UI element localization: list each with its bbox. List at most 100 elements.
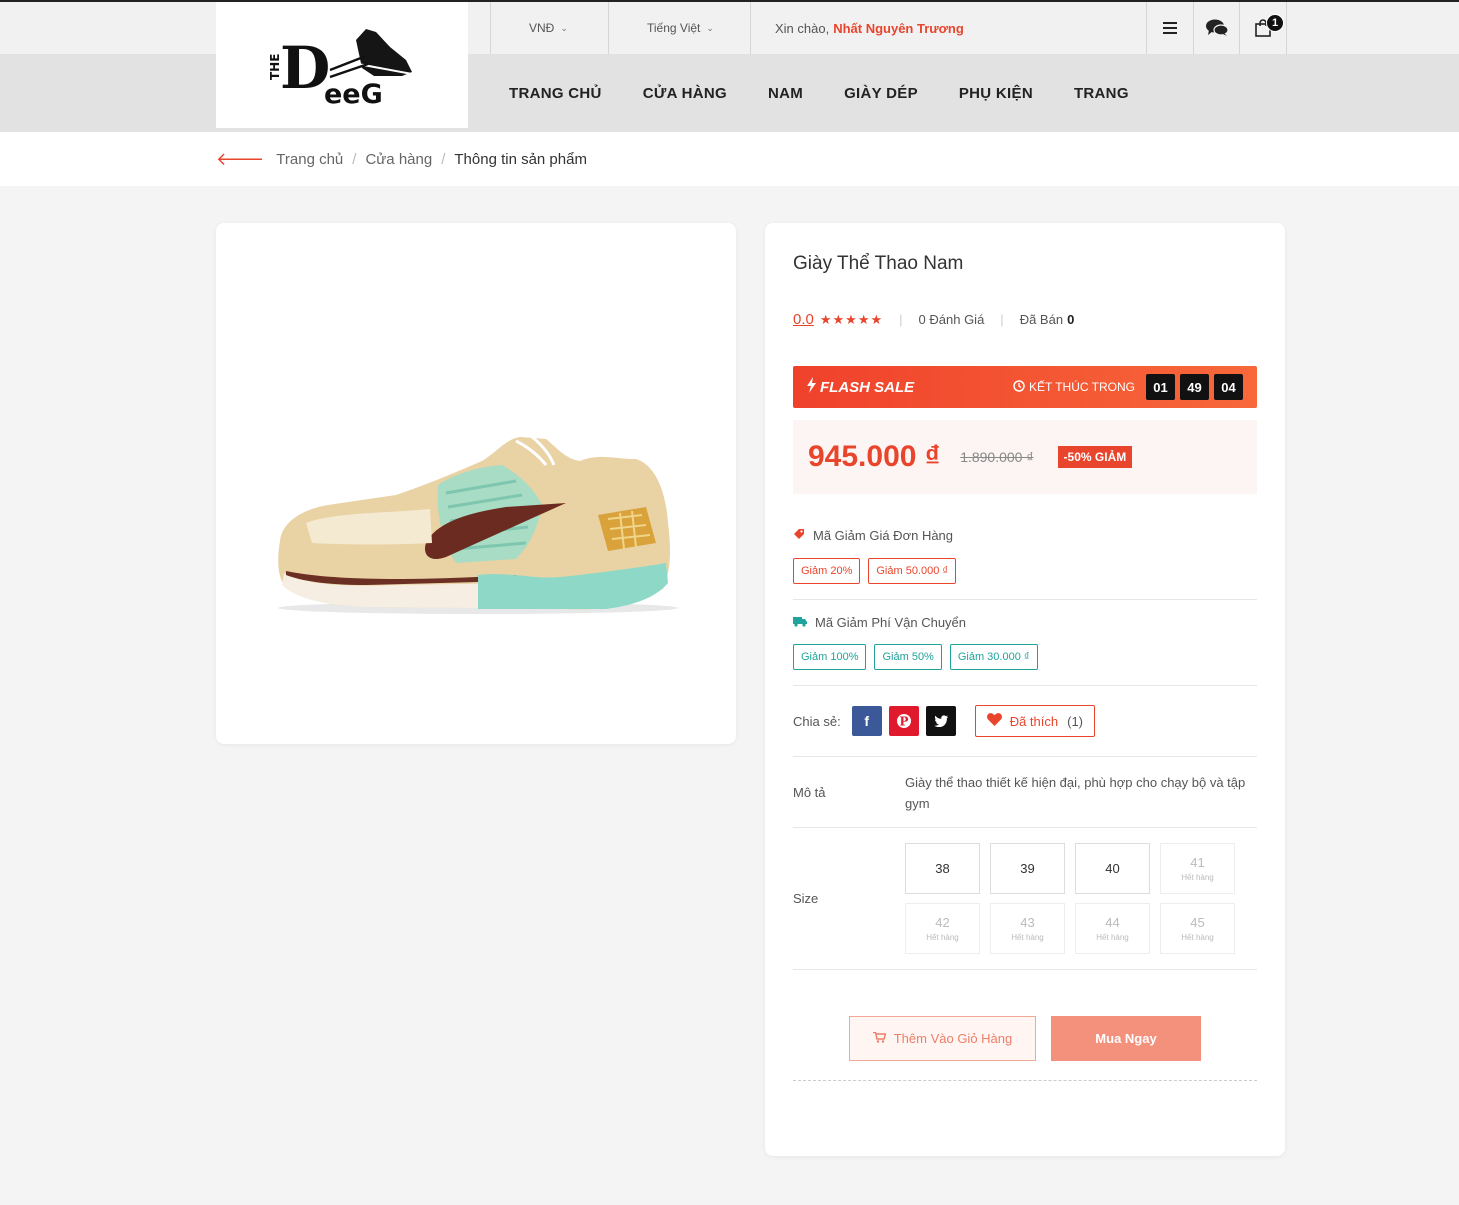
original-price: 1.890.000 ₫ [960, 449, 1034, 465]
svg-text:eeG: eeG [324, 79, 383, 110]
size-options: 38 39 40 41 Hết hàng 42 Hết hàng 43 Hết hàn… [905, 843, 1235, 954]
product-image [278, 435, 678, 614]
truck-icon [793, 616, 807, 630]
nav-item-shoes[interactable]: GIÀY DÉP [844, 85, 918, 102]
out-of-stock-label: Hết hàng [1181, 933, 1214, 942]
size-value: 41 [1190, 855, 1205, 870]
order-voucher-label: Mã Giảm Giá Đơn Hàng [793, 528, 953, 543]
clock-icon [1013, 379, 1025, 395]
size-value: 45 [1190, 915, 1205, 930]
voucher-chip[interactable]: Giảm 20% [793, 558, 861, 584]
logo-image: THE D eeG [268, 29, 413, 110]
breadcrumb-home[interactable]: Trang chủ [276, 151, 343, 168]
facebook-share-button[interactable]: f [851, 706, 882, 736]
chevron-down-icon: ⌄ [706, 22, 714, 33]
twitter-share-button[interactable] [925, 706, 956, 736]
breadcrumb-separator: / [352, 150, 357, 168]
breadcrumb-current: Thông tin sản phẩm [454, 150, 587, 168]
pinterest-icon: P [896, 714, 911, 729]
size-option-out-of-stock: 45 Hết hàng [1160, 903, 1235, 954]
divider [793, 685, 1257, 686]
heart-icon [986, 712, 1002, 730]
nav-item-home[interactable]: TRANG CHỦ [509, 85, 602, 102]
divider [793, 827, 1257, 828]
flash-sale-bar: FLASH SALE KẾT THÚC TRONG 01 49 04 [793, 366, 1257, 408]
like-count: (1) [1067, 713, 1084, 729]
size-value: 44 [1105, 915, 1120, 930]
voucher-chip[interactable]: Giảm 50.000 ₫ [868, 558, 957, 584]
chat-icon [1206, 19, 1228, 36]
flash-sale-title: FLASH SALE [820, 378, 915, 396]
sold-number: 0 [1067, 312, 1075, 327]
divider [490, 2, 491, 54]
product-info-card: Giày Thể Thao Nam 0.0 ★★★★★ | 0 Đánh Giá… [765, 223, 1285, 1156]
twitter-icon [934, 715, 948, 727]
cart-button[interactable]: 1 [1240, 2, 1286, 54]
rating-score[interactable]: 0.0 [793, 311, 814, 328]
buy-now-button[interactable]: Mua Ngay [1051, 1016, 1201, 1061]
site-logo[interactable]: THE D eeG [216, 2, 468, 128]
divider [750, 2, 751, 54]
currency-select[interactable]: VNĐ ⌄ [529, 2, 568, 54]
pinterest-share-button[interactable]: P [888, 706, 919, 736]
size-value: 39 [1020, 861, 1035, 876]
size-option-out-of-stock: 43 Hết hàng [990, 903, 1065, 954]
rating-stars: ★★★★★ [819, 311, 884, 327]
out-of-stock-label: Hết hàng [1181, 873, 1214, 882]
like-label: Đã thích [1009, 713, 1059, 729]
cart-count-badge: 1 [1266, 14, 1284, 32]
order-voucher-title: Mã Giảm Giá Đơn Hàng [813, 528, 954, 543]
chat-button[interactable] [1194, 2, 1240, 54]
size-option-out-of-stock: 41 Hết hàng [1160, 843, 1235, 894]
currency-value: VNĐ [529, 21, 555, 35]
size-option-out-of-stock: 42 Hết hàng [905, 903, 980, 954]
divider: | [899, 312, 903, 327]
size-option[interactable]: 40 [1075, 843, 1150, 894]
divider [793, 969, 1257, 970]
out-of-stock-label: Hết hàng [926, 933, 959, 942]
nav-item-men[interactable]: NAM [768, 85, 803, 102]
breadcrumb-separator: / [441, 150, 446, 168]
timer-hours: 01 [1146, 374, 1175, 400]
product-title: Giày Thể Thao Nam [793, 253, 964, 274]
description-label: Mô tả [793, 785, 826, 800]
voucher-chip[interactable]: Giảm 50% [874, 644, 942, 670]
main-nav: TRANG CHỦ CỬA HÀNG NAM GIÀY DÉP PHỤ KIỆN… [509, 54, 1129, 132]
nav-item-pages[interactable]: TRANG [1074, 85, 1129, 102]
out-of-stock-label: Hết hàng [1011, 933, 1044, 942]
divider: | [1000, 312, 1004, 327]
svg-text:D: D [280, 34, 330, 102]
shipping-voucher-label: Mã Giảm Phí Vận Chuyển [793, 615, 966, 630]
review-count[interactable]: 0 Đánh Giá [919, 312, 985, 327]
timer-seconds: 04 [1214, 374, 1243, 400]
language-select[interactable]: Tiếng Việt ⌄ [647, 2, 714, 54]
sale-price: 945.000 ₫ [808, 440, 941, 473]
add-to-cart-label: Thêm Vào Giỏ Hàng [893, 1031, 1013, 1046]
divider [1286, 2, 1287, 54]
like-button[interactable]: Đã thích (1) [974, 705, 1096, 737]
add-to-cart-button[interactable]: Thêm Vào Giỏ Hàng [849, 1016, 1036, 1061]
greeting-text: Xin chào, [775, 20, 830, 36]
price-box: 945.000 ₫ 1.890.000 ₫ -50% GIẢM [793, 420, 1257, 494]
language-value: Tiếng Việt [647, 21, 701, 35]
nav-item-accessories[interactable]: PHỤ KIỆN [959, 85, 1033, 102]
breadcrumb-shop[interactable]: Cửa hàng [365, 151, 432, 168]
size-value: 40 [1105, 861, 1120, 876]
shipping-voucher-list: Giảm 100% Giảm 50% Giảm 30.000 ₫ [793, 644, 1038, 670]
size-value: 38 [935, 861, 950, 876]
tag-icon [793, 528, 805, 543]
breadcrumb: 🡐 Trang chủ / Cửa hàng / Thông tin sản p… [216, 132, 587, 186]
size-option[interactable]: 38 [905, 843, 980, 894]
divider [608, 2, 609, 54]
menu-button[interactable] [1147, 2, 1193, 54]
size-option[interactable]: 39 [990, 843, 1065, 894]
size-label: Size [793, 891, 819, 906]
voucher-chip[interactable]: Giảm 100% [793, 644, 867, 670]
flash-sale-timer: KẾT THÚC TRONG 01 49 04 [1013, 374, 1243, 400]
product-image-card [216, 223, 736, 744]
voucher-chip[interactable]: Giảm 30.000 ₫ [949, 644, 1038, 670]
arrow-left-icon[interactable]: 🡐 [216, 149, 264, 170]
nav-item-shop[interactable]: CỬA HÀNG [643, 85, 727, 102]
cart-icon [872, 1031, 887, 1046]
user-name-link[interactable]: Nhất Nguyên Trương [833, 21, 964, 36]
